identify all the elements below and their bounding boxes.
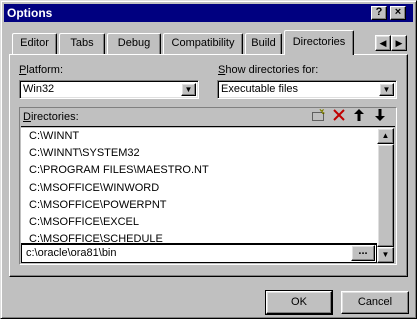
platform-value: Win32 bbox=[23, 83, 55, 95]
tab-label: Directories bbox=[292, 36, 346, 48]
list-item[interactable]: C:\MSOFFICE\WINWORD bbox=[21, 180, 377, 197]
arrow-down-icon: ▼ bbox=[381, 250, 390, 259]
cancel-button[interactable]: Cancel bbox=[341, 291, 409, 314]
show-directories-value: Executable files bbox=[221, 83, 299, 95]
directory-edit-field[interactable]: c:\oracle\ora81\bin bbox=[26, 247, 117, 259]
close-button[interactable]: × bbox=[390, 6, 406, 20]
tab-debug[interactable]: Debug bbox=[107, 33, 161, 54]
list-item[interactable]: C:\WINNT\SYSTEM32 bbox=[21, 145, 377, 162]
tab-build[interactable]: Build bbox=[245, 33, 282, 54]
list-item[interactable]: C:\MSOFFICE\POWERPNT bbox=[21, 197, 377, 214]
scroll-up-button[interactable]: ▲ bbox=[377, 128, 394, 144]
help-icon: ? bbox=[375, 6, 383, 18]
tab-scroll-right-button[interactable]: ▶ bbox=[391, 35, 407, 51]
scrollbar[interactable]: ▲ ▼ bbox=[377, 128, 394, 263]
help-button[interactable]: ? bbox=[371, 6, 387, 20]
show-directories-label: Show directories for: bbox=[218, 64, 319, 76]
ok-button[interactable]: OK bbox=[265, 290, 333, 315]
tab-editor[interactable]: Editor bbox=[12, 33, 57, 54]
tab-scroll-left-button[interactable]: ◀ bbox=[375, 35, 391, 51]
delete-icon[interactable] bbox=[330, 109, 348, 125]
directory-edit-row: c:\oracle\ora81\bin ... bbox=[21, 243, 377, 263]
directories-label: Directories: bbox=[23, 111, 79, 123]
platform-label: Platform: bbox=[19, 64, 64, 76]
list-item[interactable]: C:\WINNT bbox=[21, 128, 377, 145]
move-down-icon[interactable] bbox=[371, 109, 389, 125]
arrow-right-icon: ▶ bbox=[395, 38, 403, 48]
show-directories-select[interactable]: Executable files ▼ bbox=[217, 80, 397, 99]
directories-header: Directories: bbox=[21, 108, 395, 127]
tab-label: Debug bbox=[117, 37, 151, 49]
arrow-left-icon: ◀ bbox=[379, 38, 387, 48]
list-item[interactable]: C:\MSOFFICE\EXCEL bbox=[21, 214, 377, 231]
tab-tabs[interactable]: Tabs bbox=[59, 33, 105, 54]
tab-label: Editor bbox=[20, 37, 49, 49]
options-dialog: Options ? × Editor Tabs Debug Compatibil… bbox=[0, 0, 417, 319]
move-up-icon[interactable] bbox=[350, 109, 368, 125]
chevron-down-icon[interactable]: ▼ bbox=[379, 83, 394, 96]
scroll-down-button[interactable]: ▼ bbox=[377, 247, 394, 263]
title-bar: Options ? × bbox=[4, 4, 413, 22]
chevron-down-icon[interactable]: ▼ bbox=[181, 83, 196, 96]
tab-label: Tabs bbox=[70, 37, 94, 49]
close-icon: × bbox=[394, 6, 402, 18]
browse-button[interactable]: ... bbox=[351, 245, 375, 261]
new-folder-icon[interactable] bbox=[309, 108, 327, 125]
tab-directories[interactable]: Directories bbox=[284, 30, 354, 55]
platform-select[interactable]: Win32 ▼ bbox=[19, 80, 199, 99]
list-item[interactable]: C:\PROGRAM FILES\MAESTRO.NT bbox=[21, 162, 377, 179]
tab-label: Compatibility bbox=[171, 37, 235, 49]
tab-label: Build bbox=[251, 37, 276, 49]
tab-compatibility[interactable]: Compatibility bbox=[163, 33, 243, 54]
scroll-thumb[interactable] bbox=[377, 144, 394, 247]
arrow-up-icon: ▲ bbox=[381, 131, 390, 140]
window-title: Options bbox=[7, 6, 53, 20]
